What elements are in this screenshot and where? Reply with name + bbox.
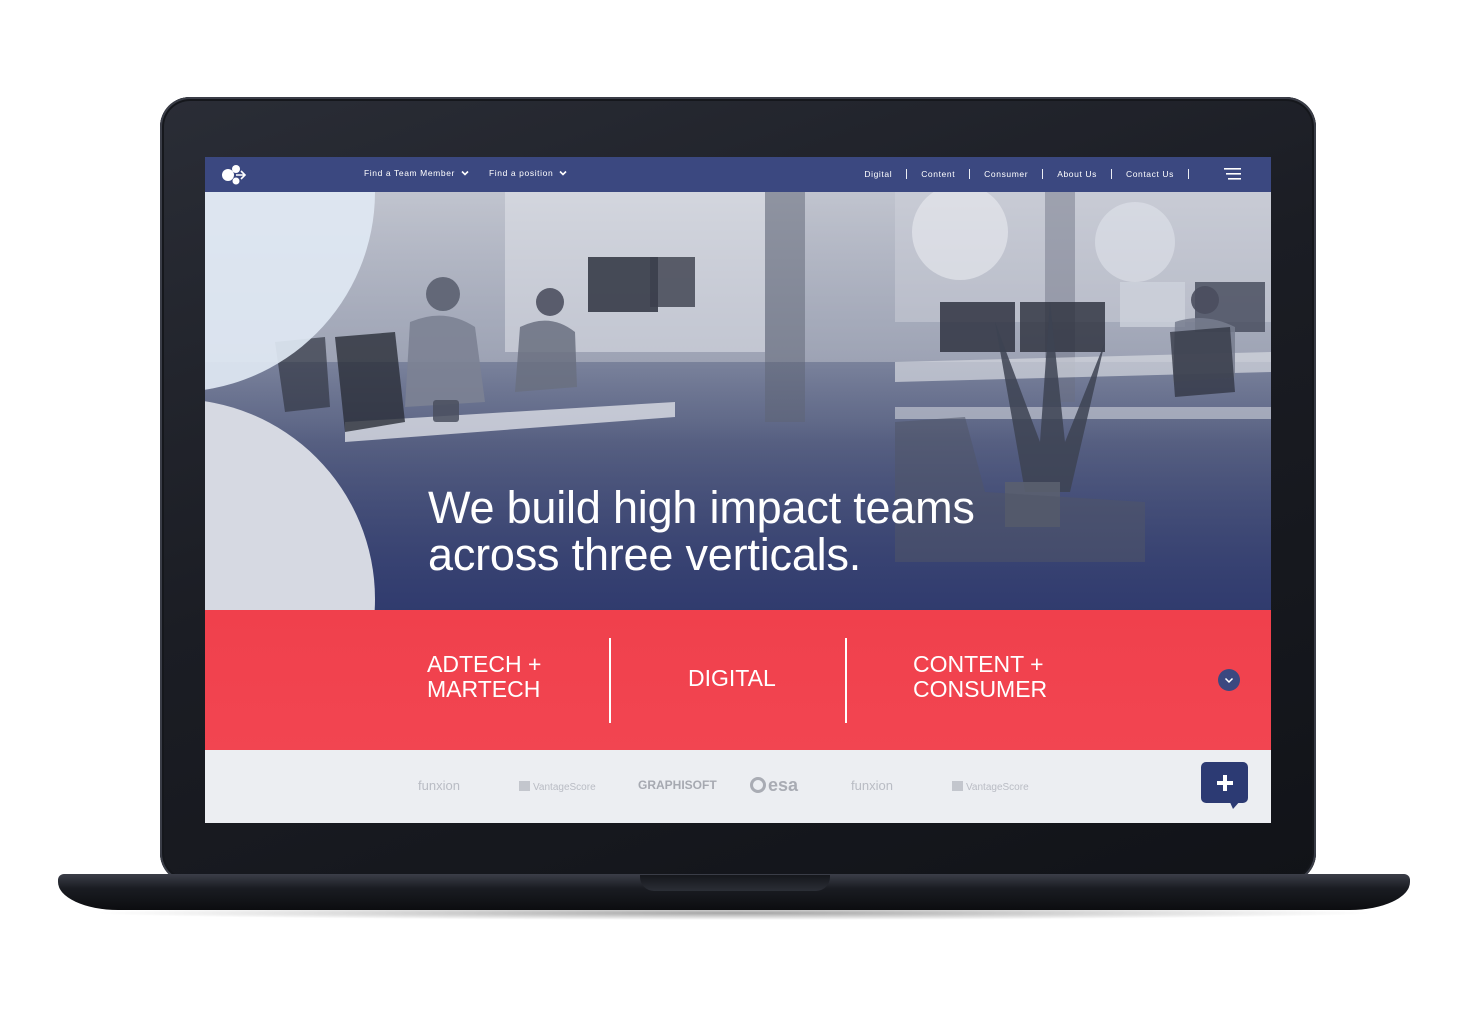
nav-link-contact-us[interactable]: Contact Us bbox=[1112, 169, 1188, 179]
find-position-dropdown[interactable]: Find a position bbox=[489, 168, 567, 178]
vertical-label-line-2: CONSUMER bbox=[913, 676, 1048, 702]
nav-link-content[interactable]: Content bbox=[907, 169, 969, 179]
nav-separator bbox=[906, 169, 908, 179]
client-logo-vantagescore-text: VantageScore bbox=[966, 782, 1029, 793]
client-logo-graphisoft: GRAPHISOFT bbox=[638, 778, 717, 792]
nav-separator bbox=[969, 169, 971, 179]
nav-link-about-us[interactable]: About Us bbox=[1043, 169, 1111, 179]
chevron-down-icon bbox=[461, 170, 469, 176]
nav-links: Digital Content Consumer About Us Contac… bbox=[850, 169, 1189, 179]
client-logo-vantagescore: VantageScore bbox=[519, 781, 596, 793]
hero-headline: We build high impact teams across three … bbox=[428, 484, 1068, 578]
esa-mark-icon bbox=[750, 777, 766, 793]
vertical-label-line-1: CONTENT + bbox=[913, 651, 1044, 677]
vertical-content-consumer[interactable]: CONTENT + CONSUMER bbox=[913, 652, 1047, 702]
vertical-adtech-martech[interactable]: ADTECH + MARTECH bbox=[427, 652, 541, 702]
vantagescore-mark-icon bbox=[952, 781, 963, 791]
scroll-down-button[interactable] bbox=[1218, 669, 1240, 691]
client-logo-vantagescore: VantageScore bbox=[952, 781, 1029, 793]
vertical-divider bbox=[609, 638, 611, 723]
chat-button[interactable] bbox=[1201, 762, 1248, 803]
find-team-member-dropdown[interactable]: Find a Team Member bbox=[364, 168, 469, 178]
client-logo-funxion: funxion bbox=[851, 778, 893, 793]
chat-bubble-tail-icon bbox=[1229, 800, 1241, 809]
hamburger-menu-icon[interactable] bbox=[1224, 167, 1241, 181]
vertical-label-line-1: DIGITAL bbox=[688, 665, 776, 691]
vertical-divider bbox=[845, 638, 847, 723]
client-logo-esa-text: esa bbox=[768, 775, 799, 795]
find-position-label: Find a position bbox=[489, 168, 554, 178]
vertical-digital[interactable]: DIGITAL bbox=[688, 666, 776, 691]
verticals-band: ADTECH + MARTECH DIGITAL CONTENT + CONSU… bbox=[205, 610, 1271, 750]
chevron-down-icon bbox=[559, 170, 567, 176]
vertical-label-line-1: ADTECH + bbox=[427, 651, 542, 677]
hero-headline-line-2: across three verticals. bbox=[428, 529, 862, 580]
nav-separator bbox=[1042, 169, 1044, 179]
find-team-member-label: Find a Team Member bbox=[364, 168, 455, 178]
vertical-label-line-2: MARTECH bbox=[427, 676, 541, 702]
laptop-screen: Find a Team Member Find a position Digit… bbox=[205, 157, 1271, 823]
nav-link-consumer[interactable]: Consumer bbox=[970, 169, 1042, 179]
nav-separator bbox=[1110, 169, 1112, 179]
nav-separator bbox=[1188, 169, 1189, 179]
plus-chat-icon bbox=[1216, 774, 1233, 791]
hero-headline-line-1: We build high impact teams bbox=[428, 482, 975, 533]
chevron-down-icon bbox=[1224, 677, 1234, 684]
client-logo-esa: esa bbox=[750, 775, 798, 796]
brand-logo-icon[interactable] bbox=[221, 163, 247, 187]
vantagescore-mark-icon bbox=[519, 781, 530, 791]
client-logos-strip: funxion VantageScore GRAPHISOFT esa funx… bbox=[205, 750, 1271, 823]
laptop-hinge-notch bbox=[640, 875, 830, 891]
hero-section: We build high impact teams across three … bbox=[205, 192, 1271, 610]
client-logo-funxion: funxion bbox=[418, 778, 460, 793]
nav-link-digital[interactable]: Digital bbox=[850, 169, 906, 179]
top-nav: Find a Team Member Find a position Digit… bbox=[205, 157, 1271, 192]
client-logo-vantagescore-text: VantageScore bbox=[533, 782, 596, 793]
